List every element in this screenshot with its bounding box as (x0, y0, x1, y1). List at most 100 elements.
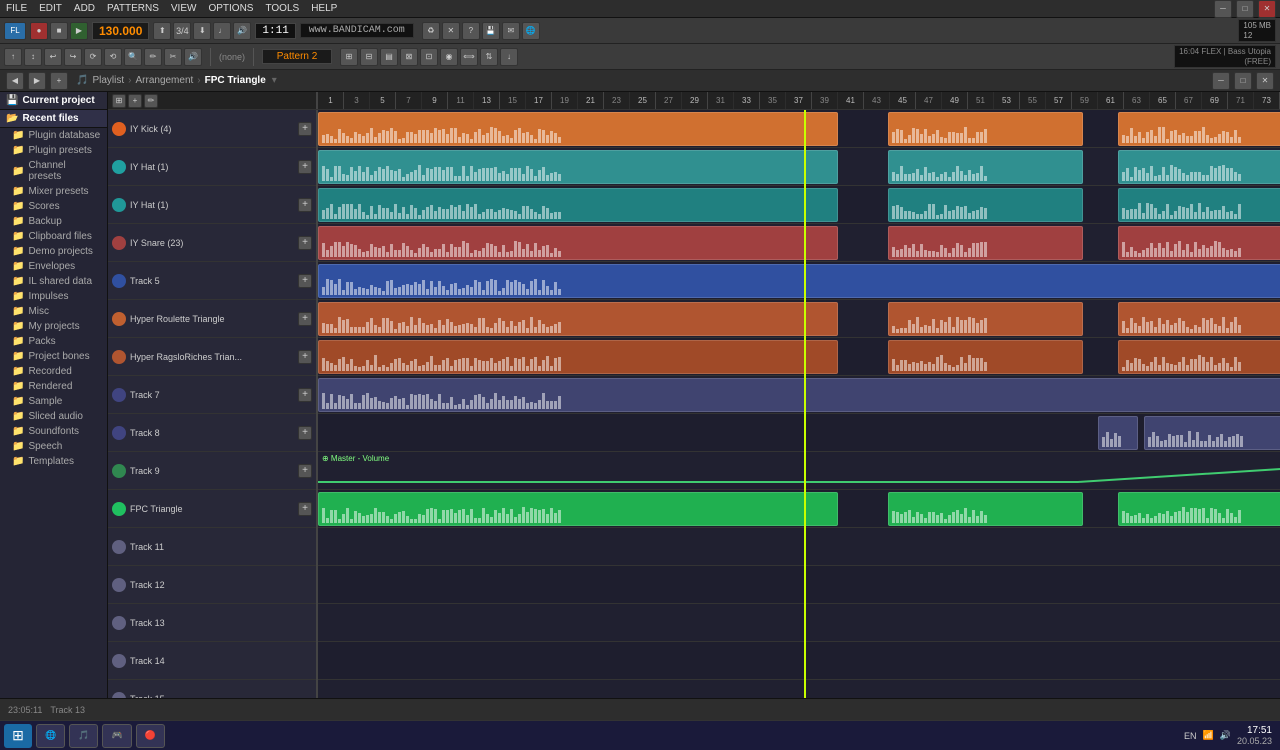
breadcrumb-arrangement[interactable]: Arrangement (135, 75, 193, 86)
bc-add[interactable]: + (50, 72, 68, 90)
track-name-row-14[interactable]: Track 14 (108, 642, 316, 680)
pattern-row-2[interactable] (318, 186, 1280, 224)
sidebar-item-project-bones[interactable]: 📁 Project bones (0, 349, 107, 364)
sidebar-item-plugin-presets[interactable]: 📁 Plugin presets (0, 143, 107, 158)
tb2-btn1[interactable]: ↑ (4, 48, 22, 66)
track-name-row-10[interactable]: FPC Triangle+ (108, 490, 316, 528)
pattern-block-3-1[interactable] (888, 226, 1083, 260)
tb2-grid6[interactable]: ◉ (440, 48, 458, 66)
tb2-btn5[interactable]: ⟳ (84, 48, 102, 66)
pattern-row-7[interactable] (318, 376, 1280, 414)
pattern-block-3-0[interactable] (318, 226, 838, 260)
pattern-block-2-1[interactable] (888, 188, 1083, 222)
pattern-block-5-1[interactable] (888, 302, 1083, 336)
sidebar-item-sliced-audio[interactable]: 📁 Sliced audio (0, 409, 107, 424)
sidebar-item-current-project[interactable]: 💾 Current project (0, 92, 107, 110)
tempo-display[interactable]: 130.000 (92, 22, 149, 40)
breadcrumb-playlist[interactable]: Playlist (92, 75, 124, 86)
track-name-row-9[interactable]: Track 9+ (108, 452, 316, 490)
sidebar-item-soundfonts[interactable]: 📁 Soundfonts (0, 424, 107, 439)
track-add-btn-5[interactable]: + (298, 312, 312, 326)
sidebar-item-clipboard-files[interactable]: 📁 Clipboard files (0, 229, 107, 244)
sidebar-item-templates[interactable]: 📁 Templates (0, 454, 107, 469)
sidebar-item-envelopes[interactable]: 📁 Envelopes (0, 259, 107, 274)
pattern-block-10-0[interactable] (318, 492, 838, 526)
toolbar-btn-q[interactable]: ? (462, 22, 480, 40)
track-name-row-3[interactable]: IY Snare (23)+ (108, 224, 316, 262)
track-name-row-13[interactable]: Track 13 (108, 604, 316, 642)
track-area-icon1[interactable]: ⊞ (112, 94, 126, 108)
playlist-maximize[interactable]: □ (1234, 72, 1252, 90)
pattern-block-0-2[interactable] (1118, 112, 1280, 146)
menu-view[interactable]: VIEW (169, 3, 199, 14)
pattern-block-8-0[interactable] (1098, 416, 1138, 450)
pattern-row-9[interactable]: ⊕ Master - Volume (318, 452, 1280, 490)
track-name-row-12[interactable]: Track 12 (108, 566, 316, 604)
pattern-block-10-1[interactable] (888, 492, 1083, 526)
pattern-block-0-0[interactable] (318, 112, 838, 146)
pattern-row-3[interactable] (318, 224, 1280, 262)
track-name-row-5[interactable]: Hyper Roulette Triangle+ (108, 300, 316, 338)
track-name-row-0[interactable]: IY Kick (4)+ (108, 110, 316, 148)
taskbar-app-other[interactable]: 🔴 (136, 724, 165, 748)
window-close[interactable]: ✕ (1258, 0, 1276, 18)
pattern-block-10-2[interactable] (1118, 492, 1280, 526)
track-add-btn-2[interactable]: + (298, 198, 312, 212)
pattern-row-5[interactable] (318, 300, 1280, 338)
taskbar-app-game[interactable]: 🎮 (102, 724, 131, 748)
tb2-grid5[interactable]: ⊡ (420, 48, 438, 66)
sidebar-item-scores[interactable]: 📁 Scores (0, 199, 107, 214)
track-add-btn-3[interactable]: + (298, 236, 312, 250)
track-area-icon3[interactable]: ✏ (144, 94, 158, 108)
playlist-minimize[interactable]: ─ (1212, 72, 1230, 90)
tb2-grid9[interactable]: ↓ (500, 48, 518, 66)
track-add-btn-7[interactable]: + (298, 388, 312, 402)
sidebar-item-my-projects[interactable]: 📁 My projects (0, 319, 107, 334)
toolbar-btn3[interactable]: ⬇ (193, 22, 211, 40)
track-name-row-8[interactable]: Track 8+ (108, 414, 316, 452)
pattern-display[interactable]: Pattern 2 (262, 49, 332, 64)
tb2-btn-pencil[interactable]: ✏ (144, 48, 162, 66)
pattern-block-6-2[interactable] (1118, 340, 1280, 374)
toolbar-btn-www[interactable]: 🌐 (522, 22, 540, 40)
tb2-grid2[interactable]: ⊟ (360, 48, 378, 66)
tb2-grid7[interactable]: ⟺ (460, 48, 478, 66)
pattern-block-2-2[interactable] (1118, 188, 1280, 222)
pattern-block-8-1[interactable] (1144, 416, 1280, 450)
menu-tools[interactable]: TOOLS (263, 3, 301, 14)
track-name-row-1[interactable]: IY Hat (1)+ (108, 148, 316, 186)
breadcrumb-fpc[interactable]: FPC Triangle (205, 75, 266, 86)
sidebar-item-backup[interactable]: 📁 Backup (0, 214, 107, 229)
sidebar-item-sample[interactable]: 📁 Sample (0, 394, 107, 409)
taskbar-app-chrome[interactable]: 🌐 (36, 724, 65, 748)
pattern-block-6-1[interactable] (888, 340, 1083, 374)
menu-file[interactable]: FILE (4, 3, 29, 14)
tb2-grid3[interactable]: ▤ (380, 48, 398, 66)
tb2-grid4[interactable]: ⊠ (400, 48, 418, 66)
sidebar-item-demo-projects[interactable]: 📁 Demo projects (0, 244, 107, 259)
fl-logo[interactable]: FL (4, 22, 26, 40)
pattern-block-4-0[interactable] (318, 264, 1280, 298)
transport-play[interactable]: ▶ (70, 22, 88, 40)
menu-help[interactable]: HELP (309, 3, 339, 14)
toolbar-btn-cpu[interactable]: ♻ (422, 22, 440, 40)
pattern-row-6[interactable] (318, 338, 1280, 376)
pattern-row-11[interactable] (318, 528, 1280, 566)
track-name-row-15[interactable]: Track 15 (108, 680, 316, 698)
taskbar-app-fl[interactable]: 🎵 (69, 724, 98, 748)
sidebar-item-recent-files[interactable]: 📂 Recent files (0, 110, 107, 128)
window-maximize[interactable]: □ (1236, 0, 1254, 18)
pattern-block-5-0[interactable] (318, 302, 838, 336)
tb2-grid1[interactable]: ⊞ (340, 48, 358, 66)
toolbar-btn1[interactable]: ⬆ (153, 22, 171, 40)
start-button[interactable]: ⊞ (4, 724, 32, 748)
sidebar-item-misc[interactable]: 📁 Misc (0, 304, 107, 319)
menu-options[interactable]: OPTIONS (206, 3, 255, 14)
sidebar-item-plugin-database[interactable]: 📁 Plugin database (0, 128, 107, 143)
tb2-btn6[interactable]: ⟲ (104, 48, 122, 66)
pattern-row-12[interactable] (318, 566, 1280, 604)
track-name-row-7[interactable]: Track 7+ (108, 376, 316, 414)
pattern-scroll[interactable]: ⊕ Master - Volume (318, 110, 1280, 698)
sidebar-item-impulses[interactable]: 📁 Impulses (0, 289, 107, 304)
menu-edit[interactable]: EDIT (37, 3, 64, 14)
